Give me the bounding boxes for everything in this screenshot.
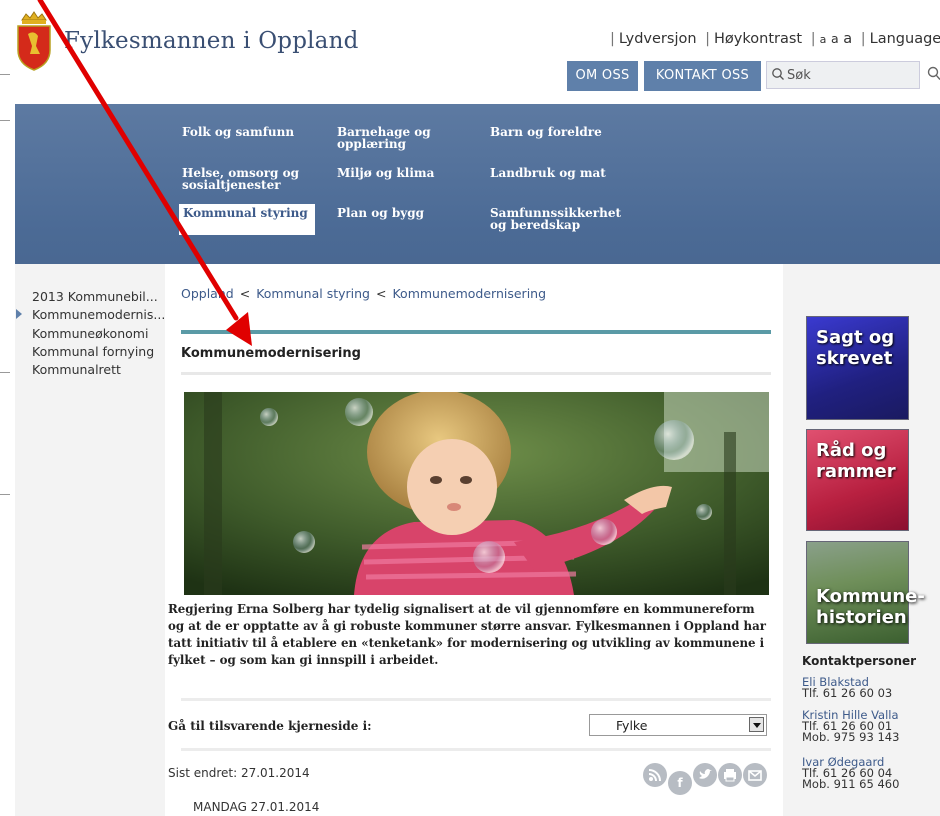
sidebar-item-kommunemodernisering[interactable]: Kommunemodernis... — [32, 307, 165, 322]
core-page-select[interactable]: Fylke — [589, 714, 767, 736]
language-link[interactable]: Language — [870, 31, 940, 47]
contact-ivar-odegaard: Ivar Ødegaard Tlf. 61 26 60 04 Mob. 911 … — [802, 756, 900, 791]
nav-miljo-og-klima[interactable]: Miljø og klima — [337, 167, 469, 179]
promo-sagt-og-skrevet[interactable]: Sagt og skrevet — [806, 316, 909, 420]
breadcrumb-oppland[interactable]: Oppland — [181, 286, 234, 301]
edge-line — [0, 120, 10, 121]
search-icon[interactable] — [927, 66, 940, 82]
promo-rad-og-rammer[interactable]: Råd og rammer — [806, 429, 909, 531]
text-size-medium[interactable]: a — [831, 31, 839, 46]
text-size-small[interactable]: a — [820, 33, 827, 46]
text-size-large[interactable]: a — [843, 31, 852, 47]
edge-line — [0, 74, 10, 75]
nav-samfunnssikkerhet[interactable]: Samfunnssikkerhet og beredskap — [490, 207, 640, 231]
coat-of-arms-logo[interactable] — [14, 10, 54, 72]
select-value: Fylke — [616, 718, 648, 733]
site-title[interactable]: Fylkesmannen i Oppland — [64, 28, 359, 54]
nav-folk-og-samfunn[interactable]: Folk og samfunn — [182, 126, 314, 138]
nav-plan-og-bygg[interactable]: Plan og bygg — [337, 207, 469, 219]
lead-paragraph: Regjering Erna Solberg har tydelig signa… — [168, 602, 766, 667]
email-icon[interactable] — [743, 763, 767, 787]
divider — [181, 748, 771, 751]
search-placeholder: Søk — [787, 68, 811, 83]
divider — [181, 372, 771, 375]
facebook-icon[interactable]: f — [668, 771, 692, 795]
twitter-icon[interactable] — [693, 763, 717, 787]
breadcrumb-separator: < — [239, 286, 251, 301]
sidebar-item-kommunebilde[interactable]: 2013 Kommunebil... — [32, 289, 158, 304]
utility-links: | Lydversjon | Høykontrast | a a a | Languag… — [610, 31, 940, 47]
audio-version-link[interactable]: Lydversjon — [619, 31, 697, 47]
high-contrast-link[interactable]: Høykontrast — [714, 31, 802, 47]
contact-eli-blakstad: Eli Blakstad Tlf. 61 26 60 03 — [802, 676, 893, 700]
sidebar-item-kommunal-fornying[interactable]: Kommunal fornying — [32, 344, 154, 359]
share-icons: f — [643, 763, 768, 795]
kontakt-oss-button[interactable]: KONTAKT OSS — [644, 61, 761, 91]
edge-line — [0, 494, 10, 495]
breadcrumb: Oppland < Kommunal styring < Kommunemodernis… — [181, 286, 546, 301]
nav-helse-omsorg[interactable]: Helse, omsorg og sosialtjenester — [182, 167, 314, 191]
rss-icon[interactable] — [643, 763, 667, 787]
date-line: MANDAG 27.01.2014 — [193, 800, 320, 814]
goto-core-page-label: Gå til tilsvarende kjerneside i: — [168, 719, 372, 733]
chevron-down-icon[interactable] — [749, 717, 764, 732]
promo-kommunehistorien[interactable]: Kommune-historien — [806, 541, 925, 644]
last-changed: Sist endret: 27.01.2014 — [168, 766, 310, 780]
sidebar-item-kommuneokonomi[interactable]: Kommuneøkonomi — [32, 326, 148, 341]
nav-kommunal-styring[interactable]: Kommunal styring — [179, 204, 315, 235]
divider — [181, 698, 771, 701]
main-navigation — [15, 104, 940, 264]
contact-mobile: Mob. 911 65 460 — [802, 777, 900, 791]
title-accent-bar — [181, 330, 771, 334]
page-title: Kommunemodernisering — [181, 346, 361, 361]
om-oss-button[interactable]: OM OSS — [567, 61, 638, 91]
sidebar-item-kommunalrett[interactable]: Kommunalrett — [32, 362, 121, 377]
search-icon-small — [772, 68, 784, 80]
nav-barnehage[interactable]: Barnehage og opplæring — [337, 126, 469, 150]
breadcrumb-kommunemodernisering[interactable]: Kommunemodernisering — [392, 286, 546, 301]
breadcrumb-kommunal-styring[interactable]: Kommunal styring — [256, 286, 370, 301]
contact-phone: Tlf. 61 26 60 03 — [802, 686, 893, 700]
edge-line — [0, 372, 10, 373]
print-icon[interactable] — [718, 763, 742, 787]
contacts-heading: Kontaktpersoner — [802, 654, 917, 668]
nav-barn-og-foreldre[interactable]: Barn og foreldre — [490, 126, 640, 138]
active-caret-icon — [16, 309, 22, 319]
search-input[interactable]: Søk — [766, 61, 920, 89]
contact-mobile: Mob. 975 93 143 — [802, 730, 900, 744]
breadcrumb-separator: < — [376, 286, 387, 301]
hero-image-child-bubbles — [184, 392, 769, 595]
nav-landbruk-og-mat[interactable]: Landbruk og mat — [490, 167, 640, 179]
contact-kristin-hille-valla: Kristin Hille Valla Tlf. 61 26 60 01 Mob… — [802, 709, 900, 744]
